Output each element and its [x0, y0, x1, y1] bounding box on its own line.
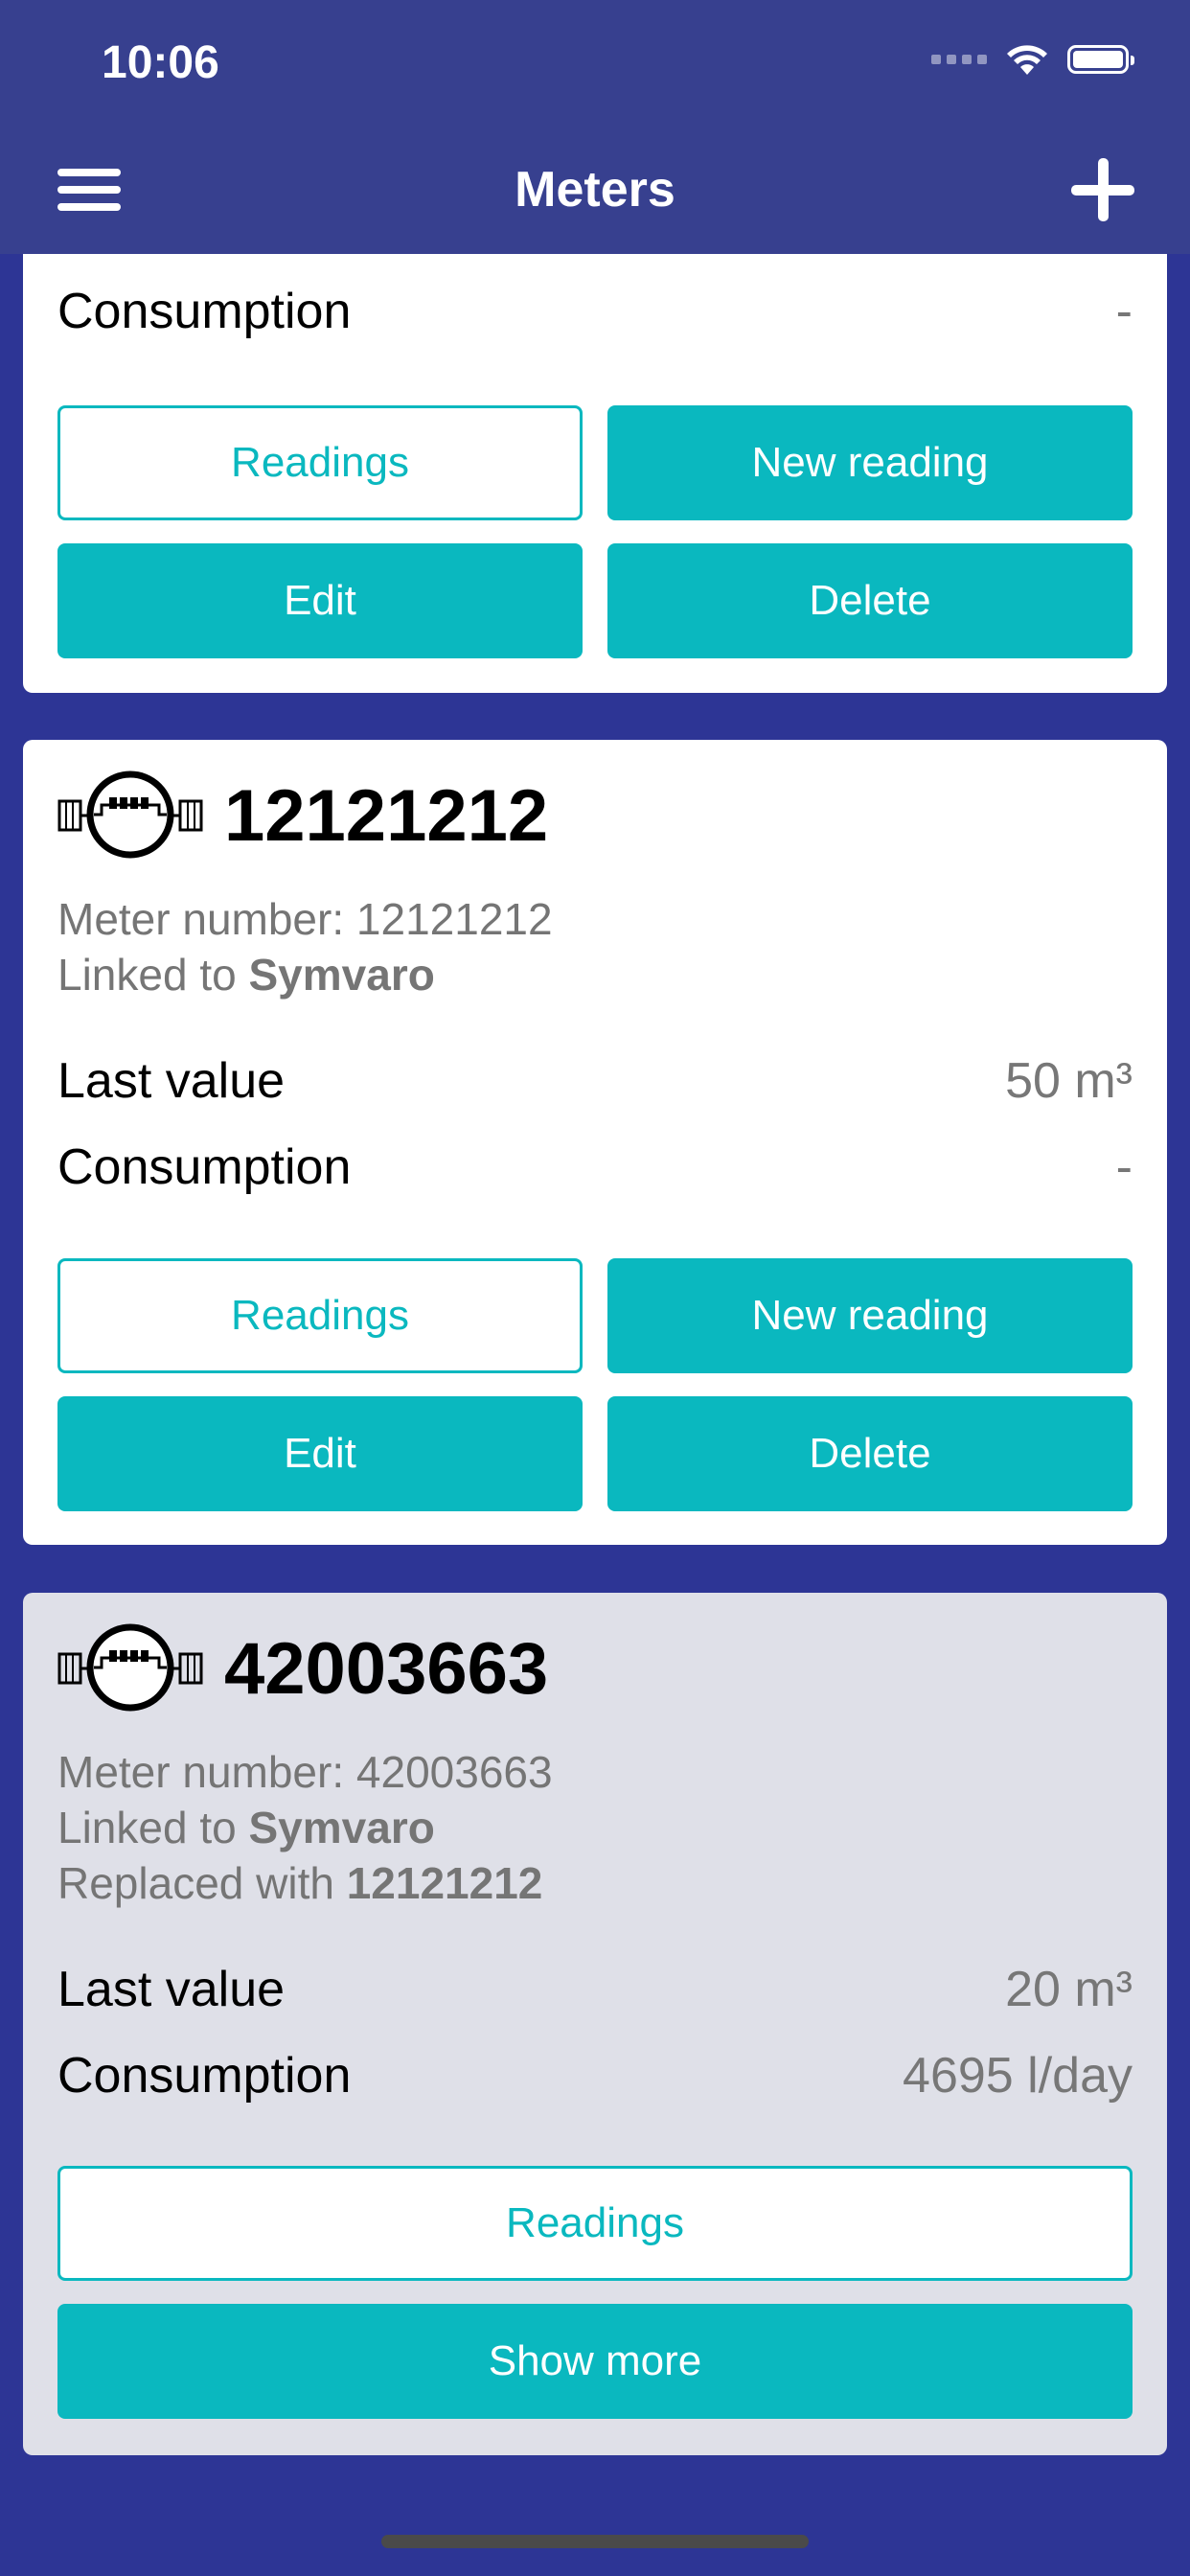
last-value-label: Last value: [57, 1053, 286, 1109]
add-meter-button[interactable]: [1071, 158, 1134, 221]
last-value: 20 m³: [1005, 1962, 1133, 2017]
wifi-icon: [1007, 45, 1047, 75]
linked-label: Linked to: [57, 950, 237, 1000]
linked-value: Symvaro: [248, 950, 435, 1000]
status-time: 10:06: [102, 37, 219, 88]
meter-title: 12121212: [224, 775, 549, 857]
meter-card-replaced: 42003663 Meter number: 42003663 Linked t…: [23, 1593, 1167, 2455]
linked-value: Symvaro: [248, 1803, 435, 1852]
delete-button[interactable]: Delete: [607, 543, 1133, 658]
meter-number-line: Meter number: 12121212: [57, 893, 553, 945]
cellular-signal-icon: [931, 55, 987, 64]
home-indicator: [381, 2535, 809, 2548]
battery-icon: [1067, 45, 1134, 74]
meter-card: 12121212 Meter number: 12121212 Linked t…: [23, 740, 1167, 1545]
meter-title: 42003663: [224, 1628, 549, 1710]
consumption-value: 4695 l/day: [903, 2048, 1133, 2104]
readings-button[interactable]: Readings: [57, 1258, 583, 1373]
edit-button[interactable]: Edit: [57, 543, 583, 658]
linked-label: Linked to: [57, 1803, 237, 1852]
readings-button[interactable]: Readings: [57, 2166, 1133, 2281]
consumption-label: Consumption: [57, 2048, 352, 2104]
app-header: 10:06 Meters: [0, 0, 1190, 254]
replaced-line: Replaced with 12121212: [57, 1857, 542, 1909]
meter-number-label: Meter number:: [57, 1747, 345, 1797]
consumption-value: -: [1115, 1139, 1133, 1195]
meter-number-label: Meter number:: [57, 894, 345, 944]
meter-number-value: 42003663: [355, 1747, 553, 1797]
last-value-label: Last value: [57, 1962, 286, 2017]
consumption-label: Consumption: [57, 284, 352, 339]
meter-card: Consumption - Readings New reading Edit …: [23, 254, 1167, 693]
readings-button[interactable]: Readings: [57, 405, 583, 520]
new-reading-button[interactable]: New reading: [607, 1258, 1133, 1373]
replaced-label: Replaced with: [57, 1858, 334, 1908]
delete-button[interactable]: Delete: [607, 1396, 1133, 1511]
water-meter-icon: [57, 1623, 203, 1712]
page-title: Meters: [515, 162, 675, 218]
consumption-value: -: [1115, 284, 1133, 339]
show-more-button[interactable]: Show more: [57, 2304, 1133, 2419]
last-value: 50 m³: [1005, 1053, 1133, 1109]
consumption-label: Consumption: [57, 1139, 352, 1195]
linked-line: Linked to Symvaro: [57, 949, 435, 1000]
new-reading-button[interactable]: New reading: [607, 405, 1133, 520]
status-icons: [931, 42, 1134, 77]
water-meter-icon: [57, 770, 203, 859]
meter-number-value: 12121212: [355, 894, 553, 944]
edit-button[interactable]: Edit: [57, 1396, 583, 1511]
meter-number-line: Meter number: 42003663: [57, 1746, 553, 1798]
linked-line: Linked to Symvaro: [57, 1802, 435, 1853]
replaced-value: 12121212: [346, 1858, 543, 1908]
